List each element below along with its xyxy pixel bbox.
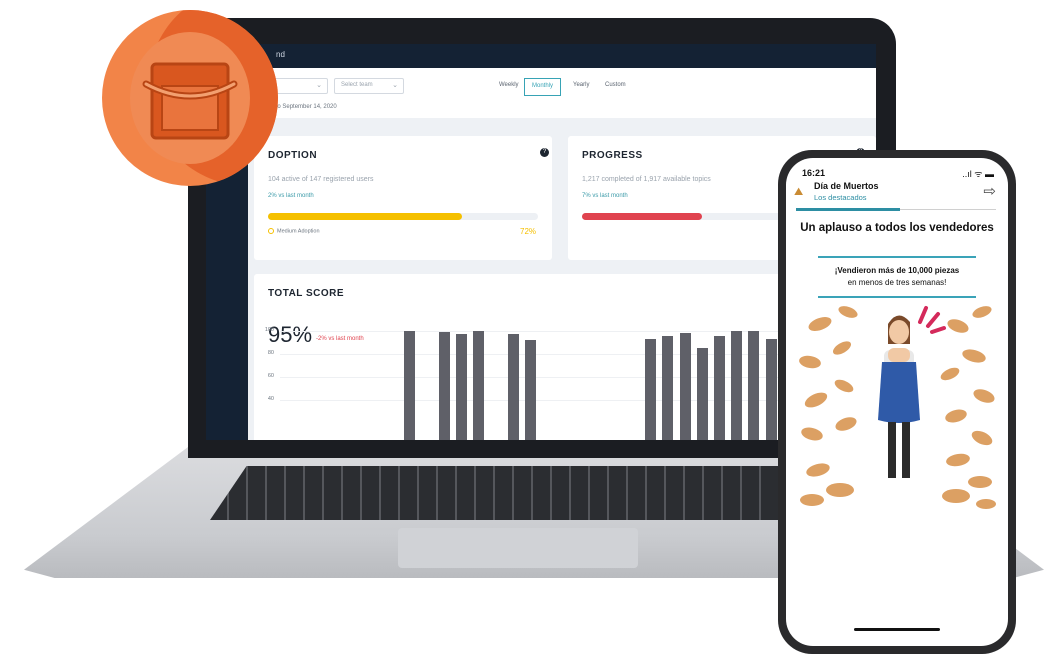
active-tab-indicator <box>796 208 900 211</box>
period-weekly-button[interactable]: Weekly <box>492 78 526 96</box>
adoption-legend-label: Medium Adoption <box>277 228 320 235</box>
dashboard-topbar: nd <box>206 44 876 68</box>
total-score-value: 95% <box>268 322 313 347</box>
score-bar[interactable] <box>473 331 485 440</box>
team-dropdown[interactable]: Select team ⌄ <box>334 78 404 94</box>
exit-icon[interactable]: ⇨ <box>983 182 996 200</box>
vendor-figure <box>878 306 946 478</box>
total-score-title: TOTAL SCORE <box>268 288 345 299</box>
score-bar[interactable] <box>714 335 725 440</box>
score-bar[interactable] <box>662 335 674 440</box>
help-icon[interactable]: ? <box>540 148 549 157</box>
status-icons: ..ıl ᯤ ▬ <box>962 169 994 179</box>
total-score-trend: -2% vs last month <box>316 336 364 342</box>
team-dropdown-value: Select team <box>341 82 373 88</box>
score-bar[interactable] <box>765 339 777 440</box>
adoption-trend: 2% vs last month <box>268 193 314 199</box>
adoption-legend: Medium Adoption <box>268 228 320 234</box>
score-bar[interactable] <box>404 331 416 440</box>
brand-logo <box>102 10 278 186</box>
adoption-progress-track <box>268 213 538 220</box>
adoption-percent: 72% <box>520 227 537 236</box>
score-bar[interactable] <box>507 334 519 440</box>
laptop-keyboard <box>210 466 820 520</box>
app-subtitle-tab[interactable]: Los destacados <box>814 193 867 202</box>
score-bar[interactable] <box>438 332 450 440</box>
score-bar[interactable] <box>645 339 657 440</box>
score-bar[interactable] <box>524 340 536 440</box>
y-tick-label: 60 <box>267 373 274 379</box>
vendor-celebration-illustration <box>799 306 996 509</box>
phone-screen: 16:21 ..ıl ᯤ ▬ ⛰ Día de Muertos Los dest… <box>786 158 1008 646</box>
status-time: 16:21 <box>802 168 826 178</box>
basket-icon <box>142 62 238 140</box>
score-bar[interactable] <box>748 331 760 440</box>
adoption-progress-fill <box>268 213 463 220</box>
laptop-trackpad <box>398 528 638 568</box>
message-rule-top <box>818 256 976 258</box>
dashboard-screen: nd ⌄ Select team ⌄ Weekly Monthly Yearly… <box>206 44 876 440</box>
chevron-down-icon: ⌄ <box>316 82 322 89</box>
progress-subtitle: 1,217 completed of 1,917 available topic… <box>582 176 711 183</box>
progress-title: PROGRESS <box>582 150 643 161</box>
adoption-card: DOPTION ? 104 active of 147 registered u… <box>254 136 552 260</box>
message-line-1: ¡Vendieron más de 10,000 piezas <box>834 266 960 275</box>
message-rule-bottom <box>818 296 976 298</box>
legend-dot-icon <box>268 228 274 234</box>
home-indicator[interactable] <box>854 628 940 631</box>
headline: Un aplauso a todos los vendedores <box>800 222 994 234</box>
period-yearly-button[interactable]: Yearly <box>566 78 596 96</box>
y-tick-label: 80 <box>267 350 274 356</box>
pan-dulce-icon: ⛰ <box>794 186 804 198</box>
score-bar[interactable] <box>731 331 743 440</box>
progress-progress-track <box>582 213 782 220</box>
period-custom-button[interactable]: Custom <box>598 78 633 96</box>
adoption-subtitle: 104 active of 147 registered users <box>268 176 374 183</box>
score-bar[interactable] <box>456 334 467 440</box>
app-title: Día de Muertos <box>814 181 879 191</box>
y-tick-label: 40 <box>267 396 274 402</box>
score-bar[interactable] <box>696 348 708 440</box>
period-monthly-button[interactable]: Monthly <box>524 78 562 96</box>
score-bar[interactable] <box>679 333 691 440</box>
filter-bar: ⌄ Select team ⌄ Weekly Monthly Yearly Cu… <box>248 68 876 118</box>
message-line-2: en menos de tres semanas! <box>847 278 947 287</box>
progress-progress-fill <box>582 213 702 220</box>
progress-trend: 7% vs last month <box>582 193 628 199</box>
y-tick-label: 100 <box>264 327 274 333</box>
chevron-down-icon: ⌄ <box>392 82 398 89</box>
